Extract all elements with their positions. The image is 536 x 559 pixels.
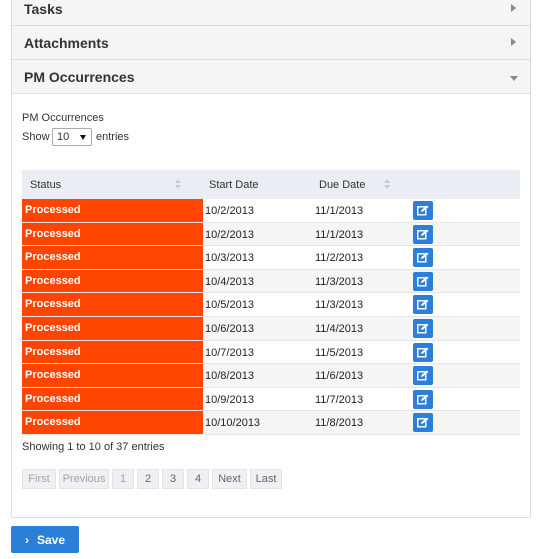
start-date-cell: 10/7/2013 — [205, 346, 254, 359]
due-date-cell: 11/4/2013 — [315, 323, 364, 335]
table-row: Processed 10/2/2013 11/1/2013 — [22, 199, 520, 223]
start-date-cell: 10/2/2013 — [205, 205, 254, 217]
table-row: Processed 10/5/2013 11/3/2013 — [22, 293, 520, 317]
table-row: Processed 10/4/2013 11/3/2013 — [22, 269, 520, 294]
table-caption: PM Occurrences — [22, 112, 104, 124]
pager-next-button[interactable]: Next — [212, 469, 247, 489]
table-row: Processed 10/6/2013 11/4/2013 — [22, 317, 520, 341]
attachments-title: Attachments — [24, 35, 109, 51]
due-date-cell: 11/5/2013 — [315, 346, 364, 359]
due-date-cell: 11/6/2013 — [315, 370, 364, 383]
show-label: Show — [22, 131, 50, 143]
status-cell: Processed — [22, 222, 203, 246]
due-date-cell: 11/3/2013 — [315, 275, 364, 288]
chevron-right-icon — [511, 4, 516, 12]
sort-icon[interactable] — [174, 179, 182, 190]
pager-page-2[interactable]: 2 — [137, 469, 159, 489]
status-cell: Processed — [22, 411, 203, 434]
start-date-cell: 10/3/2013 — [205, 252, 254, 265]
tasks-panel: Tasks — [11, 0, 531, 26]
status-cell: Processed — [22, 340, 203, 364]
edit-button[interactable] — [413, 366, 433, 386]
status-cell: Processed — [22, 317, 203, 340]
status-cell: Processed — [22, 387, 203, 411]
pm-occurrences-title: PM Occurrences — [24, 69, 135, 85]
edit-button[interactable] — [413, 248, 433, 268]
edit-button[interactable] — [413, 389, 433, 409]
tasks-title: Tasks — [24, 1, 63, 17]
due-date-cell: 11/8/2013 — [315, 417, 364, 430]
edit-button[interactable] — [413, 271, 433, 291]
attachments-panel-header[interactable]: Attachments — [12, 26, 530, 60]
table-row: Processed 10/10/2013 11/8/2013 — [22, 411, 520, 435]
entries-label: entries — [96, 131, 130, 143]
pager-first-button[interactable]: First — [22, 469, 56, 489]
table-row: Processed 10/2/2013 11/1/2013 — [22, 222, 520, 247]
edit-icon — [417, 276, 429, 287]
chevron-down-icon — [510, 76, 518, 81]
attachments-panel: Attachments — [11, 25, 531, 60]
edit-icon — [417, 370, 429, 381]
chevron-down-icon — [80, 135, 86, 140]
edit-icon — [417, 417, 429, 428]
start-date-cell: 10/10/2013 — [205, 417, 261, 430]
pager-page-4[interactable]: 4 — [187, 469, 209, 489]
due-date-cell: 11/7/2013 — [315, 393, 364, 406]
edit-icon — [417, 323, 429, 334]
table-row: Processed 10/7/2013 11/5/2013 — [22, 340, 520, 365]
pager-previous-button[interactable]: Previous — [59, 469, 109, 489]
entries-select-value: 10 — [57, 131, 70, 143]
edit-button[interactable] — [413, 413, 433, 433]
pager-page-1[interactable]: 1 — [112, 469, 134, 489]
tasks-panel-header[interactable]: Tasks — [12, 0, 530, 26]
edit-icon — [417, 347, 429, 358]
edit-icon — [417, 205, 429, 216]
column-header-due-date[interactable]: Due Date — [319, 179, 365, 191]
status-cell: Processed — [22, 269, 203, 293]
table-row: Processed 10/8/2013 11/6/2013 — [22, 364, 520, 388]
pager-page-3[interactable]: 3 — [162, 469, 184, 489]
edit-button[interactable] — [413, 201, 433, 220]
due-date-cell: 11/2/2013 — [315, 252, 364, 265]
start-date-cell: 10/4/2013 — [205, 275, 254, 288]
edit-button[interactable] — [413, 224, 433, 244]
edit-icon — [417, 299, 429, 310]
status-cell: Processed — [22, 364, 203, 387]
table-header: Status Start Date Due Date — [22, 170, 520, 199]
edit-icon — [417, 229, 429, 240]
column-header-start-date[interactable]: Start Date — [209, 179, 259, 191]
sort-icon[interactable] — [383, 179, 391, 190]
pm-occurrences-panel-header[interactable]: PM Occurrences — [12, 60, 530, 94]
start-date-cell: 10/8/2013 — [205, 370, 254, 383]
due-date-cell: 11/3/2013 — [315, 299, 364, 312]
edit-button[interactable] — [413, 319, 433, 338]
column-header-status[interactable]: Status — [30, 179, 61, 191]
start-date-cell: 10/6/2013 — [205, 323, 254, 335]
pager-last-button[interactable]: Last — [250, 469, 282, 489]
edit-icon — [417, 394, 429, 405]
save-button[interactable]: › Save — [11, 526, 79, 553]
status-cell: Processed — [22, 199, 203, 222]
save-button-label: Save — [37, 533, 66, 547]
start-date-cell: 10/9/2013 — [205, 393, 254, 406]
due-date-cell: 11/1/2013 — [315, 228, 364, 241]
edit-button[interactable] — [413, 342, 433, 362]
entries-select[interactable]: 10 — [52, 128, 92, 146]
edit-icon — [417, 252, 429, 263]
table-row: Processed 10/3/2013 11/2/2013 — [22, 246, 520, 270]
status-cell: Processed — [22, 246, 203, 269]
due-date-cell: 11/1/2013 — [315, 205, 364, 217]
chevron-right-icon: › — [25, 533, 29, 547]
table-info: Showing 1 to 10 of 37 entries — [22, 441, 165, 453]
start-date-cell: 10/5/2013 — [205, 299, 254, 312]
status-cell: Processed — [22, 293, 203, 316]
edit-button[interactable] — [413, 295, 433, 315]
start-date-cell: 10/2/2013 — [205, 228, 254, 241]
table-row: Processed 10/9/2013 11/7/2013 — [22, 387, 520, 412]
chevron-right-icon — [511, 38, 516, 46]
